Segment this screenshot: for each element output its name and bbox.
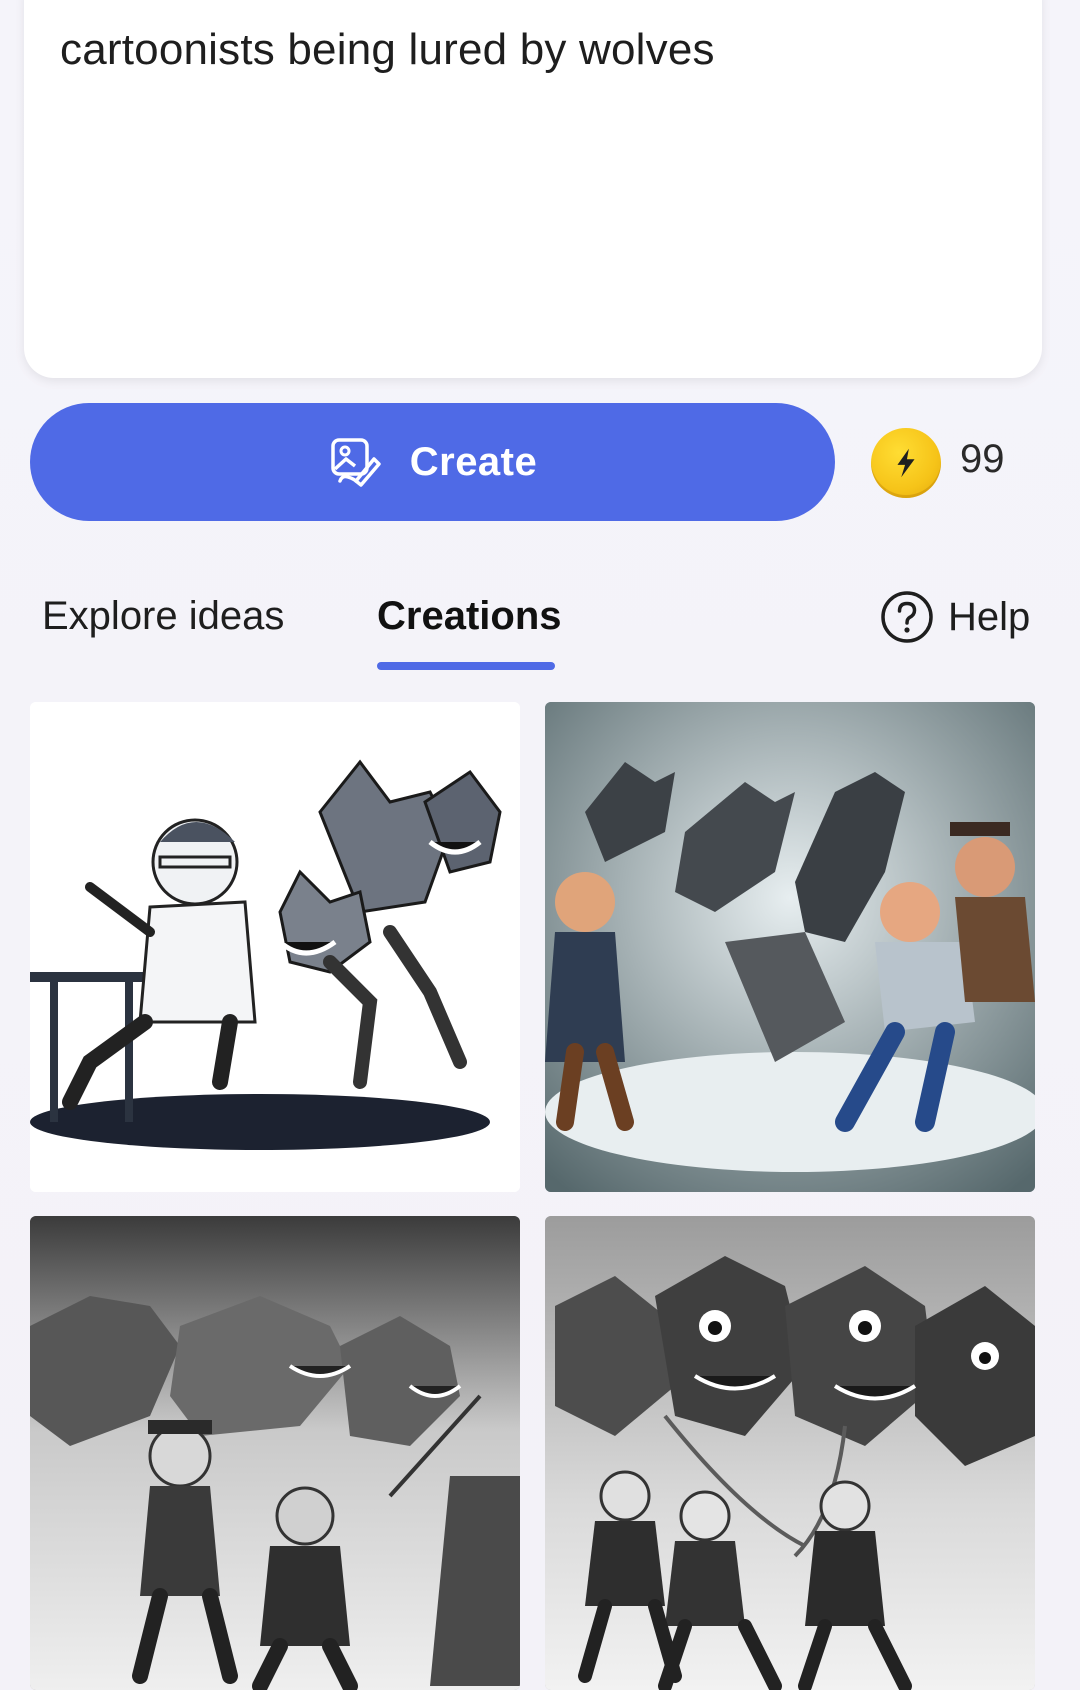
help-label: Help	[948, 594, 1031, 639]
tab-explore-ideas[interactable]: Explore ideas	[42, 592, 284, 640]
creation-image[interactable]	[545, 1216, 1035, 1690]
tab-creations[interactable]: Creations	[377, 592, 562, 640]
prompt-input[interactable]: cartoonists being lured by wolves	[24, 0, 1042, 378]
active-tab-indicator	[377, 662, 555, 670]
help-button[interactable]: Help	[880, 590, 1030, 644]
create-button[interactable]: Create	[30, 403, 835, 521]
image-creator-page: cartoonists being lured by wolves Create…	[0, 0, 1080, 1690]
question-circle-icon	[880, 590, 934, 644]
creation-image[interactable]	[30, 1216, 520, 1690]
lightning-coin-icon[interactable]	[871, 428, 941, 498]
boost-count: 99	[960, 437, 1005, 481]
creation-image[interactable]	[30, 702, 520, 1192]
prompt-text[interactable]: cartoonists being lured by wolves	[60, 22, 715, 77]
create-button-label: Create	[409, 439, 538, 484]
creation-image[interactable]	[545, 702, 1035, 1192]
image-create-icon	[328, 435, 382, 489]
